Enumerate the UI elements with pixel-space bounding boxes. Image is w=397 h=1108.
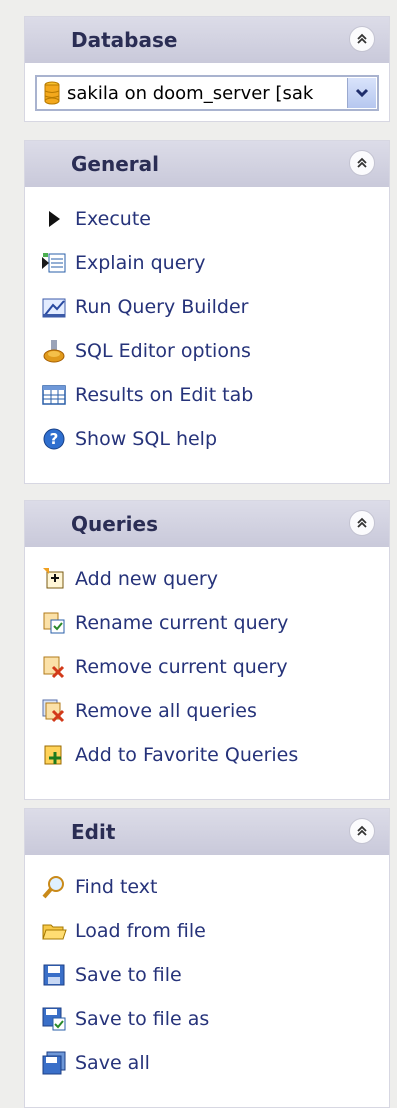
task-label: Show SQL help — [75, 428, 218, 450]
general-panel-header[interactable]: General — [25, 141, 389, 187]
database-icon — [43, 81, 61, 105]
general-panel-body: Execute Explain query Run Query Builder … — [25, 187, 389, 461]
task-explain-query[interactable]: Explain query — [25, 241, 389, 285]
database-panel-header[interactable]: Database — [25, 17, 389, 63]
database-select-value: sakila on doom_server [sak — [67, 82, 314, 104]
task-label: SQL Editor options — [75, 340, 251, 362]
task-save-to-file[interactable]: Save to file — [25, 953, 389, 997]
task-save-all[interactable]: Save all — [25, 1041, 389, 1085]
task-label: Add new query — [75, 568, 218, 590]
queries-panel-body: Add new query Rename current query Remov… — [25, 547, 389, 777]
task-label: Rename current query — [75, 612, 289, 634]
task-label: Save to file as — [75, 1008, 210, 1030]
task-label: Load from file — [75, 920, 206, 942]
database-select[interactable]: sakila on doom_server [sak — [35, 75, 379, 111]
rename-query-icon — [39, 608, 69, 638]
add-query-icon — [39, 564, 69, 594]
open-folder-icon — [39, 916, 69, 946]
edit-panel-title: Edit — [71, 820, 116, 844]
task-load-from-file[interactable]: Load from file — [25, 909, 389, 953]
help-icon: ? — [39, 424, 69, 454]
task-sql-editor-options[interactable]: SQL Editor options — [25, 329, 389, 373]
query-builder-icon — [39, 292, 69, 322]
task-label: Add to Favorite Queries — [75, 744, 299, 766]
task-show-sql-help[interactable]: ? Show SQL help — [25, 417, 389, 461]
task-label: Save all — [75, 1052, 150, 1074]
task-remove-all-queries[interactable]: Remove all queries — [25, 689, 389, 733]
chevron-down-icon[interactable] — [347, 78, 376, 108]
task-label: Remove all queries — [75, 700, 257, 722]
save-all-icon — [39, 1048, 69, 1078]
queries-panel-title: Queries — [71, 512, 158, 536]
task-label: Run Query Builder — [75, 296, 249, 318]
queries-panel-header[interactable]: Queries — [25, 501, 389, 547]
collapse-icon[interactable] — [349, 818, 375, 844]
save-icon — [39, 960, 69, 990]
queries-panel: Queries Add new query Rename current que… — [24, 500, 390, 800]
database-panel-title: Database — [71, 28, 178, 52]
task-run-query-builder[interactable]: Run Query Builder — [25, 285, 389, 329]
general-panel-title: General — [71, 152, 159, 176]
edit-panel: Edit Find text Load from file Save to fi… — [24, 808, 390, 1108]
collapse-icon[interactable] — [349, 510, 375, 536]
remove-all-queries-icon — [39, 696, 69, 726]
svg-text:?: ? — [50, 430, 59, 448]
results-icon — [39, 380, 69, 410]
options-icon — [39, 336, 69, 366]
task-save-to-file-as[interactable]: Save to file as — [25, 997, 389, 1041]
task-label: Find text — [75, 876, 158, 898]
task-label: Remove current query — [75, 656, 288, 678]
task-remove-current-query[interactable]: Remove current query — [25, 645, 389, 689]
task-results-on-edit-tab[interactable]: Results on Edit tab — [25, 373, 389, 417]
task-label: Execute — [75, 208, 151, 230]
save-as-icon — [39, 1004, 69, 1034]
execute-icon — [39, 204, 69, 234]
task-add-to-favorite-queries[interactable]: Add to Favorite Queries — [25, 733, 389, 777]
task-add-new-query[interactable]: Add new query — [25, 557, 389, 601]
edit-panel-body: Find text Load from file Save to file Sa… — [25, 855, 389, 1085]
explain-query-icon — [39, 248, 69, 278]
edit-panel-header[interactable]: Edit — [25, 809, 389, 855]
task-rename-current-query[interactable]: Rename current query — [25, 601, 389, 645]
task-find-text[interactable]: Find text — [25, 865, 389, 909]
collapse-icon[interactable] — [349, 150, 375, 176]
remove-query-icon — [39, 652, 69, 682]
task-label: Explain query — [75, 252, 206, 274]
general-panel: General Execute Explain query Run Query … — [24, 140, 390, 484]
task-label: Results on Edit tab — [75, 384, 254, 406]
task-label: Save to file — [75, 964, 182, 986]
favorite-queries-icon — [39, 740, 69, 770]
collapse-icon[interactable] — [349, 26, 375, 52]
find-icon — [39, 872, 69, 902]
task-execute[interactable]: Execute — [25, 197, 389, 241]
database-panel: Database sakila on doom_server [sak — [24, 16, 390, 122]
